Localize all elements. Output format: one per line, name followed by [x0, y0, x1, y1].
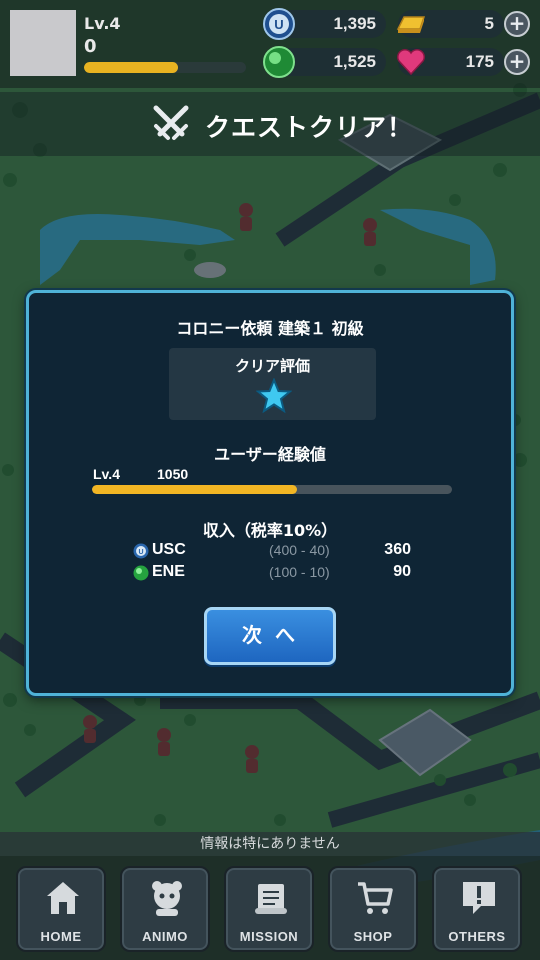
add-heart-button[interactable]: +: [504, 49, 530, 75]
nav-label: OTHERS: [448, 929, 506, 944]
user-exp-bar-fill: [92, 485, 298, 494]
nav-shop-button[interactable]: SHOP: [328, 866, 418, 952]
quest-result-dialog: コロニー依頼 建築１ 初級 クリア評価 ユーザー経験値 Lv.4 1050 収入…: [26, 290, 514, 696]
animo-face-icon: [152, 881, 182, 916]
nav-label: MISSION: [239, 929, 299, 944]
nav-others-button[interactable]: OTHERS: [432, 866, 522, 952]
player-level: Lv.4: [84, 14, 121, 33]
gold-counter: 5: [396, 10, 504, 38]
income-calc: (400 - 40): [269, 542, 330, 558]
gold-value: 5: [484, 14, 494, 33]
star-icon: [256, 378, 292, 414]
income-name: ENE: [152, 563, 185, 580]
nav-animo-button[interactable]: ANIMO: [120, 866, 210, 952]
usc-counter: U 1,395: [263, 8, 386, 40]
clear-evaluation-label: クリア評価: [234, 357, 310, 375]
nav-home-button[interactable]: HOME: [16, 866, 106, 952]
next-button[interactable]: 次 へ: [204, 607, 336, 665]
ene-orb-icon: [133, 565, 149, 581]
income-name: USC: [152, 541, 186, 558]
income-value: 360: [384, 541, 411, 558]
house-icon: [47, 882, 79, 914]
nav-mission-button[interactable]: MISSION: [224, 866, 314, 952]
player-exp: 0: [84, 36, 97, 57]
ene-counter: 1,525: [263, 46, 386, 78]
quest-clear-title: クエストクリア！: [205, 113, 414, 142]
gold-bar-icon: [396, 16, 426, 33]
income-label: 収入（税率10%）: [202, 521, 338, 540]
usc-coin-icon: U: [133, 543, 149, 559]
shopping-cart-icon: [358, 882, 393, 914]
nav-label: SHOP: [353, 929, 393, 944]
speech-bubble-exclamation-icon: [463, 882, 495, 914]
income-row-ene: ENE (100 - 10) 90: [133, 563, 433, 583]
clear-evaluation-box: クリア評価: [169, 348, 376, 420]
usc-coin-icon: U: [263, 8, 295, 40]
quest-name: コロニー依頼 建築１ 初級: [176, 319, 364, 338]
user-exp-bar: [92, 485, 452, 494]
nav-label: HOME: [40, 929, 82, 944]
add-gold-button[interactable]: +: [504, 11, 530, 37]
info-ticker: 情報は特にありません: [0, 832, 540, 856]
svg-text:U: U: [274, 17, 283, 32]
income-calc: (100 - 10): [269, 564, 330, 580]
user-exp-label: ユーザー経験値: [214, 445, 326, 464]
heart-value: 175: [465, 52, 494, 71]
bottom-nav: HOME ANIMO MISSION SHOP OTHERS: [0, 856, 540, 960]
usc-value: 1,395: [333, 14, 376, 33]
player-exp-bar: [84, 62, 246, 73]
nav-label: ANIMO: [142, 929, 188, 944]
user-exp-level: Lv.4: [93, 466, 120, 482]
player-exp-bar-fill: [84, 62, 178, 73]
crossed-swords-icon: [153, 105, 189, 140]
avatar[interactable]: [10, 10, 76, 76]
svg-text:U: U: [138, 549, 143, 556]
income-value: 90: [393, 563, 411, 580]
heart-icon: [397, 49, 425, 76]
income-row-usc: U USC (400 - 40) 360: [133, 541, 433, 561]
ene-value: 1,525: [333, 52, 376, 71]
user-exp-value: 1050: [157, 466, 189, 482]
heart-counter: 175: [397, 48, 504, 76]
scroll-icon: [255, 884, 287, 914]
ene-orb-icon: [263, 46, 295, 78]
